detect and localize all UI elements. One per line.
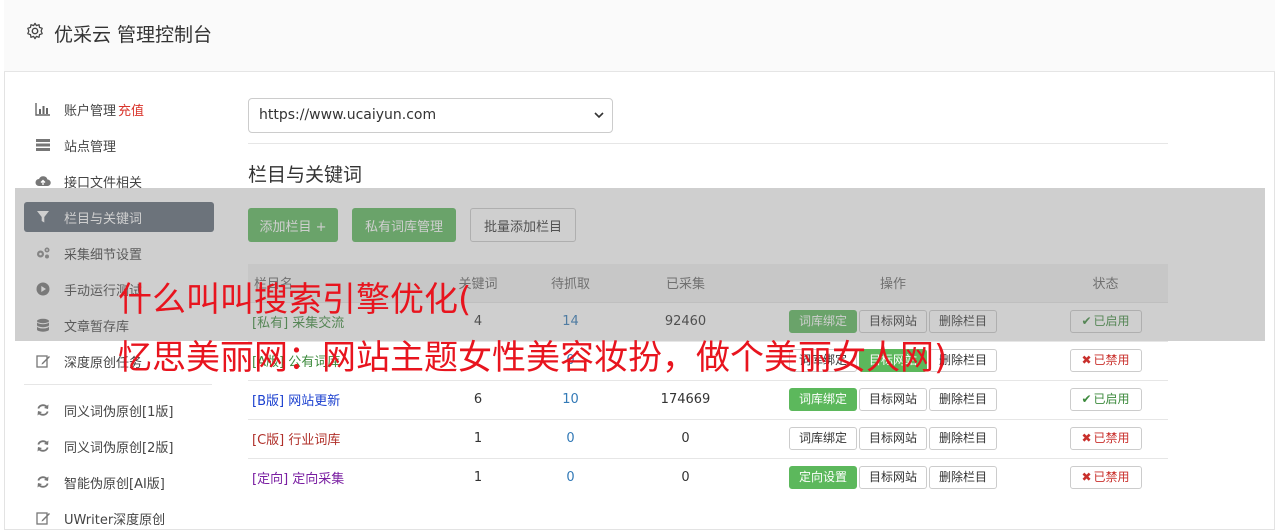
sidebar-item-label: 站点管理 <box>64 139 117 155</box>
cell-status: ✖ 已禁用 <box>1043 418 1168 458</box>
cell-actions: 词库绑定 目标网站 删除栏目 <box>743 418 1043 458</box>
delete-column-button[interactable]: 删除栏目 <box>929 466 998 490</box>
refresh-icon <box>34 438 52 454</box>
table-row: [C版] 行业词库 1 0 0 词库绑定 目标网站 删除栏目 ✖ 已禁用 <box>248 418 1168 458</box>
column-tag: [B版] <box>252 394 285 409</box>
chevron-down-icon <box>594 112 604 119</box>
cloud-upload-icon <box>34 173 52 189</box>
cell-actions: 词库绑定 目标网站 删除栏目 <box>743 379 1043 419</box>
cross-icon: ✖ <box>1081 431 1092 445</box>
delete-column-button[interactable]: 删除栏目 <box>929 427 998 450</box>
cell-actions: 定向设置 目标网站 删除栏目 <box>743 457 1043 497</box>
column-name: 网站更新 <box>288 394 341 409</box>
site-select[interactable]: https://www.ucaiyun.com <box>248 98 613 133</box>
sidebar-item-label: UWriter深度原创 <box>64 512 166 528</box>
cell-collected: 0 <box>628 457 743 497</box>
bind-lib-button[interactable]: 定向设置 <box>788 466 857 490</box>
column-tag: [C版] <box>252 433 285 448</box>
table-row: [B版] 网站更新 6 10 174669 词库绑定 目标网站 删除栏目 ✔ 已启用 <box>248 379 1168 419</box>
delete-column-button[interactable]: 删除栏目 <box>929 388 998 411</box>
sidebar-item-synonym-v1[interactable]: 同义词伪原创[1版] <box>24 395 214 425</box>
cell-column-name[interactable]: [C版] 行业词库 <box>248 418 443 458</box>
overlay-banner: 什么叫叫搜索引擎优化( 忆思美丽网：网站主题女性美容妆扮，做个美丽女人网) <box>15 188 1265 378</box>
status-toggle[interactable]: ✖ 已禁用 <box>1069 427 1142 450</box>
bind-lib-button[interactable]: 词库绑定 <box>788 427 857 450</box>
cell-collected: 0 <box>628 418 743 458</box>
sidebar-item-label: 同义词伪原创[2版] <box>64 440 174 456</box>
cross-icon: ✖ <box>1081 470 1092 485</box>
check-icon: ✔ <box>1081 392 1092 406</box>
status-toggle[interactable]: ✖ 已禁用 <box>1069 466 1142 490</box>
overlay-line-1: 什么叫叫搜索引擎优化( <box>118 280 472 320</box>
overlay-line-2: 忆思美丽网：网站主题女性美容妆扮，做个美丽女人网) <box>118 338 948 378</box>
sidebar-divider <box>24 384 212 385</box>
status-toggle[interactable]: ✖ 已禁用 <box>1069 349 1142 372</box>
cell-status: ✔ 已启用 <box>1043 379 1168 419</box>
header: 优采云 管理控制台 <box>4 0 1275 72</box>
edit-icon <box>34 510 52 526</box>
sidebar-item-label: 智能伪原创[AI版] <box>64 476 165 492</box>
cell-column-name[interactable]: [B版] 网站更新 <box>248 379 443 419</box>
column-name: 行业词库 <box>288 433 341 448</box>
sidebar-item-label: 同义词伪原创[1版] <box>64 404 174 420</box>
target-site-button[interactable]: 目标网站 <box>858 388 927 411</box>
refresh-icon <box>34 474 52 490</box>
sidebar-item-synonym-v2[interactable]: 同义词伪原创[2版] <box>24 431 214 461</box>
status-label: 已启用 <box>1093 392 1130 406</box>
status-label: 已禁用 <box>1093 431 1130 445</box>
target-site-button[interactable]: 目标网站 <box>858 466 927 490</box>
target-site-button[interactable]: 目标网站 <box>858 427 927 450</box>
sidebar-item-sites[interactable]: 站点管理 <box>24 130 214 160</box>
site-select-value: https://www.ucaiyun.com <box>259 107 437 123</box>
cell-column-name[interactable]: [定向] 定向采集 <box>248 457 443 497</box>
cell-status: ✖ 已禁用 <box>1043 457 1168 497</box>
sidebar-item-uwriter[interactable]: UWriter深度原创 <box>24 503 214 530</box>
cell-pending[interactable]: 0 <box>513 457 628 497</box>
sidebar-item-label: 账户管理 <box>64 103 117 119</box>
status-label: 已禁用 <box>1093 353 1130 367</box>
bar-chart-icon <box>34 101 52 117</box>
divider <box>248 143 1168 144</box>
cell-collected: 174669 <box>628 379 743 419</box>
page-title: 优采云 管理控制台 <box>54 24 213 46</box>
column-tag: [定向] <box>252 472 289 488</box>
cell-pending[interactable]: 10 <box>513 379 628 419</box>
section-title: 栏目与关键词 <box>248 164 363 186</box>
server-icon <box>34 137 52 153</box>
sidebar-item-account[interactable]: 账户管理 充值 <box>24 94 214 124</box>
cross-icon: ✖ <box>1081 353 1092 367</box>
status-toggle[interactable]: ✔ 已启用 <box>1069 388 1142 411</box>
cell-pending[interactable]: 0 <box>513 418 628 458</box>
cell-status: ✖ 已禁用 <box>1043 340 1168 380</box>
column-name: 定向采集 <box>292 472 345 488</box>
cell-keywords: 6 <box>443 379 513 419</box>
gear-icon <box>27 22 43 40</box>
status-label: 已禁用 <box>1093 470 1130 485</box>
recharge-link[interactable]: 充值 <box>118 100 144 119</box>
edit-icon <box>34 353 52 369</box>
table-row: [定向] 定向采集 1 0 0 定向设置 目标网站 删除栏目 ✖ 已禁用 <box>248 457 1168 497</box>
cell-keywords: 1 <box>443 457 513 497</box>
refresh-icon <box>34 402 52 418</box>
sidebar-item-ai-pseudo[interactable]: 智能伪原创[AI版] <box>24 467 214 497</box>
bind-lib-button[interactable]: 词库绑定 <box>788 388 857 411</box>
cell-keywords: 1 <box>443 418 513 458</box>
